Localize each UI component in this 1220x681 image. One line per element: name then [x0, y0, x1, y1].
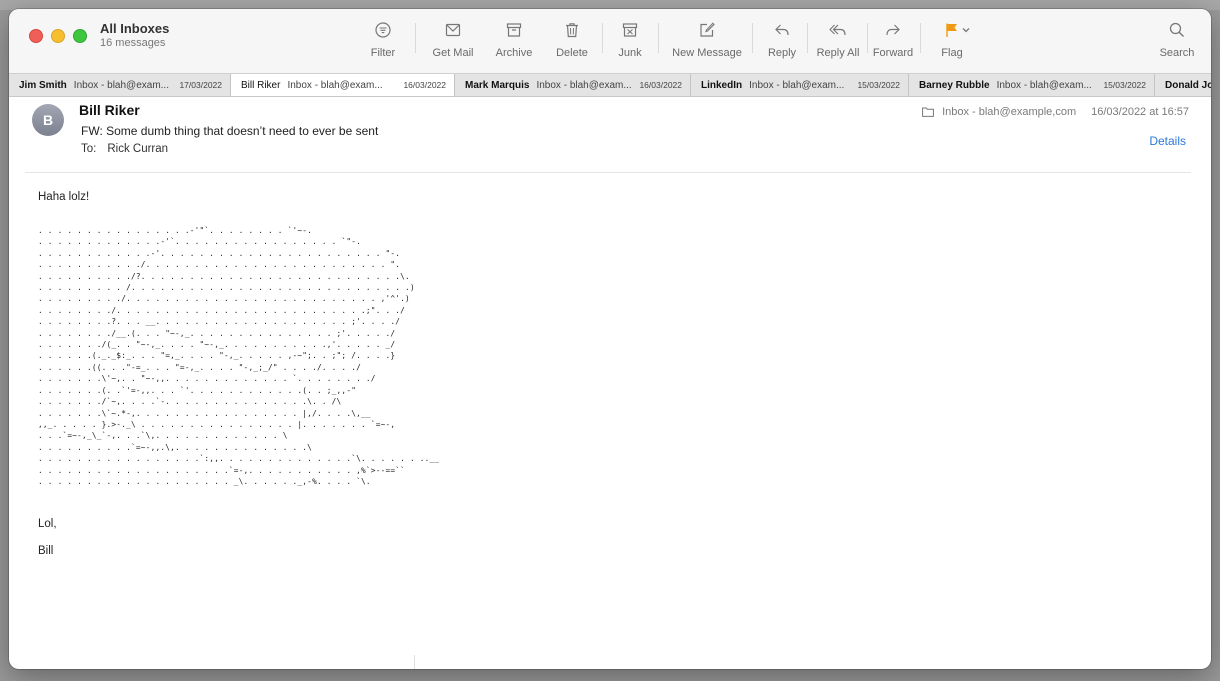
tab-mailbox: Inbox - blah@exam... — [287, 79, 383, 91]
header-divider — [25, 172, 1191, 173]
tab-mailbox: Inbox - blah@exam... — [996, 79, 1092, 91]
message-mailbox: Inbox - blah@example,com — [942, 106, 1077, 118]
tab-date: 16/03/2022 — [639, 80, 682, 90]
recipient-line: To: Rick Curran — [81, 143, 168, 155]
forward-button[interactable]: Forward — [871, 21, 915, 69]
tab-sender: Jim Smith — [19, 79, 67, 91]
sender-name[interactable]: Bill Riker — [79, 102, 140, 118]
avatar: B — [32, 104, 64, 136]
close-window-button[interactable] — [29, 29, 43, 43]
toolbar-separator — [867, 23, 868, 53]
reply-button[interactable]: Reply — [764, 21, 800, 69]
envelope-icon — [445, 23, 461, 37]
flag-label: Flag — [941, 47, 963, 59]
reply-all-arrow-icon — [829, 24, 846, 36]
search-label: Search — [1159, 47, 1195, 59]
message-tab-bar: Jim Smith Inbox - blah@exam... 17/03/202… — [9, 73, 1211, 97]
tab-barney-rubble[interactable]: Barney Rubble Inbox - blah@exam... 15/03… — [909, 74, 1155, 96]
tab-mailbox: Inbox - blah@exam... — [536, 79, 632, 91]
body-greeting: Haha lolz! — [38, 191, 90, 203]
ascii-art: . . . . . . . . . . . . . . . .-'"`. . .… — [38, 226, 440, 486]
tab-linkedin[interactable]: LinkedIn Inbox - blah@exam... 15/03/2022 — [691, 74, 909, 96]
archive-button[interactable]: Archive — [491, 21, 537, 69]
toolbar: All Inboxes 16 messages Filter Get Mail … — [9, 9, 1211, 73]
archive-box-icon — [506, 23, 522, 37]
to-label: To: — [81, 143, 97, 155]
filter-icon — [375, 22, 391, 38]
new-message-label: New Message — [672, 47, 742, 59]
maximize-window-button[interactable] — [73, 29, 87, 43]
tab-jim-smith[interactable]: Jim Smith Inbox - blah@exam... 17/03/202… — [9, 74, 231, 96]
tab-date: 15/03/2022 — [857, 80, 900, 90]
tab-sender: LinkedIn — [701, 79, 743, 91]
tab-sender: Bill Riker — [241, 79, 281, 91]
reply-arrow-icon — [775, 24, 789, 36]
delete-label: Delete — [556, 47, 588, 59]
tab-sender: Donald Jo — [1165, 79, 1211, 91]
tab-sender: Barney Rubble — [919, 79, 990, 91]
chevron-down-icon[interactable] — [961, 25, 971, 35]
toolbar-separator — [807, 23, 808, 53]
window-controls — [29, 29, 87, 43]
toolbar-separator — [658, 23, 659, 53]
message-body: Haha lolz! . . . . . . . . . . . . . . .… — [38, 191, 439, 557]
reply-label: Reply — [767, 47, 797, 59]
tab-donald-jo[interactable]: Donald Jo — [1155, 74, 1211, 96]
toolbar-separator — [752, 23, 753, 53]
recipient-name[interactable]: Rick Curran — [107, 143, 168, 155]
tab-date: 17/03/2022 — [179, 80, 222, 90]
filter-label: Filter — [370, 47, 396, 59]
flag-icon — [946, 23, 957, 37]
new-message-button[interactable]: New Message — [667, 21, 747, 69]
tab-mailbox: Inbox - blah@exam... — [749, 79, 845, 91]
archive-label: Archive — [495, 47, 533, 59]
minimize-window-button[interactable] — [51, 29, 65, 43]
details-link[interactable]: Details — [1149, 134, 1186, 148]
filter-button[interactable]: Filter — [365, 21, 401, 69]
forward-label: Forward — [872, 47, 914, 59]
window-title: All Inboxes — [100, 21, 170, 36]
mailbox-info: Inbox - blah@example,com 16/03/2022 at 1… — [922, 106, 1189, 118]
mail-window: All Inboxes 16 messages Filter Get Mail … — [9, 9, 1211, 669]
toolbar-separator — [920, 23, 921, 53]
tab-sender: Mark Marquis — [465, 79, 530, 91]
search-icon — [1169, 22, 1184, 37]
compose-icon — [700, 22, 715, 37]
tab-mark-marquis[interactable]: Mark Marquis Inbox - blah@exam... 16/03/… — [455, 74, 691, 96]
reply-all-button[interactable]: Reply All — [813, 21, 863, 69]
mailbox-title-block: All Inboxes 16 messages — [100, 21, 169, 49]
tab-date: 16/03/2022 — [403, 80, 446, 90]
search-button[interactable]: Search — [1155, 21, 1199, 69]
toolbar-separator — [602, 23, 603, 53]
reply-all-label: Reply All — [816, 47, 860, 59]
forward-arrow-icon — [886, 24, 900, 36]
junk-label: Junk — [618, 47, 642, 59]
message-subject: FW: Some dumb thing that doesn’t need to… — [81, 124, 379, 138]
toolbar-separator — [415, 23, 416, 53]
tab-date: 15/03/2022 — [1103, 80, 1146, 90]
trash-icon — [566, 23, 578, 38]
body-signoff: Bill — [38, 545, 54, 558]
get-mail-label: Get Mail — [432, 47, 474, 59]
tab-mailbox: Inbox - blah@exam... — [73, 79, 169, 91]
junk-bin-icon — [622, 23, 638, 37]
folder-icon — [922, 107, 934, 117]
body-closing: Lol, — [38, 518, 57, 531]
pane-divider — [414, 655, 415, 669]
message-count: 16 messages — [100, 37, 166, 49]
delete-button[interactable]: Delete — [550, 21, 594, 69]
get-mail-button[interactable]: Get Mail — [428, 21, 478, 69]
junk-button[interactable]: Junk — [612, 21, 648, 69]
tab-bill-riker[interactable]: Bill Riker Inbox - blah@exam... 16/03/20… — [231, 74, 455, 96]
message-header: B Bill Riker FW: Some dumb thing that do… — [9, 96, 1211, 173]
message-date: 16/03/2022 at 16:57 — [1091, 106, 1189, 118]
